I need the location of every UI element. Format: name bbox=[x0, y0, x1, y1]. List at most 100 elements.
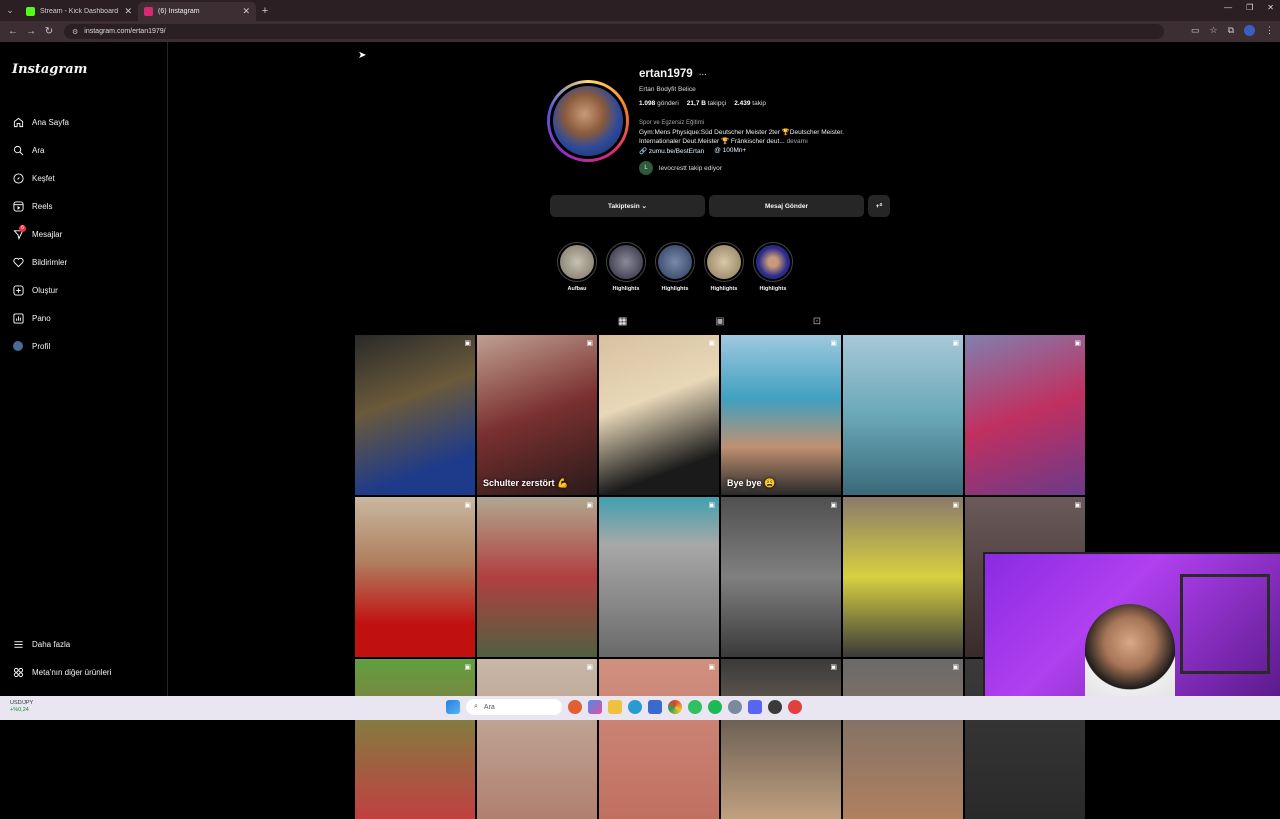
widgets-icon[interactable] bbox=[568, 700, 582, 714]
following-button[interactable]: Takiptesin ⌄ bbox=[550, 195, 705, 217]
followed-by-text: levocrestt takip ediyor bbox=[659, 164, 722, 172]
site-info-icon[interactable]: ⚙ bbox=[72, 28, 78, 36]
reel-indicator-icon: ▣ bbox=[586, 340, 593, 347]
discord-icon[interactable] bbox=[748, 700, 762, 714]
restore-icon[interactable]: ❐ bbox=[1246, 3, 1253, 12]
profile-username-row: ertan1979 ⋯ bbox=[639, 68, 939, 80]
sidebar-item-messages[interactable]: 6 Mesajlar bbox=[12, 220, 167, 248]
sidebar-item-dashboard[interactable]: Pano bbox=[12, 304, 167, 332]
post-thumbnail[interactable]: ▣ bbox=[599, 335, 719, 495]
close-tab-icon[interactable]: ✕ bbox=[124, 6, 132, 17]
post-thumbnail[interactable]: ▣ bbox=[599, 497, 719, 657]
tab-search-icon[interactable]: ⌄ bbox=[0, 0, 20, 21]
file-explorer-icon[interactable] bbox=[608, 700, 622, 714]
tab-instagram[interactable]: (6) Instagram ✕ bbox=[138, 2, 256, 21]
posts-grid-tab-icon[interactable]: ▦ bbox=[618, 316, 627, 334]
sidebar-item-reels[interactable]: Reels bbox=[12, 192, 167, 220]
sidebar-item-notifications[interactable]: Bildirimler bbox=[12, 248, 167, 276]
extensions-icon[interactable]: ⧉ bbox=[1228, 25, 1234, 36]
spotify-icon[interactable] bbox=[708, 700, 722, 714]
following-count[interactable]: 2.439 takip bbox=[734, 100, 766, 107]
sidebar-item-profile[interactable]: Profil bbox=[12, 332, 167, 360]
post-thumbnail[interactable]: ▣ bbox=[843, 659, 963, 819]
chrome-icon[interactable] bbox=[668, 700, 682, 714]
post-thumbnail[interactable]: ▣ bbox=[355, 497, 475, 657]
post-thumbnail[interactable]: ▣ bbox=[355, 335, 475, 495]
close-window-icon[interactable]: ✕ bbox=[1267, 3, 1274, 12]
sidebar-item-search[interactable]: Ara bbox=[12, 136, 167, 164]
store-icon[interactable] bbox=[648, 700, 662, 714]
post-thumbnail[interactable]: ▣ bbox=[843, 335, 963, 495]
reel-indicator-icon: ▣ bbox=[708, 340, 715, 347]
url-field[interactable]: ⚙ instagram.com/ertan1979/ bbox=[64, 24, 1164, 39]
browser-profile-avatar[interactable] bbox=[1244, 25, 1255, 36]
followed-by[interactable]: L levocrestt takip ediyor bbox=[639, 161, 939, 175]
reel-indicator-icon: ▣ bbox=[830, 340, 837, 347]
obs-icon[interactable] bbox=[768, 700, 782, 714]
profile-link[interactable]: 🔗 zumu.be/BestErtan bbox=[639, 147, 704, 155]
post-thumbnail[interactable]: ▣ bbox=[721, 497, 841, 657]
sidebar-item-label: Profil bbox=[32, 341, 51, 351]
forward-icon[interactable]: → bbox=[22, 26, 40, 37]
tab-kick-dashboard[interactable]: Stream - Kick Dashboard ✕ bbox=[20, 2, 138, 21]
post-thumbnail[interactable]: ▣ bbox=[843, 497, 963, 657]
highlight-item[interactable]: Highlights bbox=[655, 242, 695, 292]
instagram-logo[interactable]: Instagram bbox=[12, 62, 167, 80]
sidebar-item-more[interactable]: Daha fazla bbox=[12, 630, 111, 658]
cast-icon[interactable]: ▭ bbox=[1191, 25, 1200, 36]
highlight-item[interactable]: Highlights bbox=[704, 242, 744, 292]
whatsapp-icon[interactable] bbox=[688, 700, 702, 714]
post-thumbnail[interactable]: ▣ bbox=[355, 659, 475, 819]
reel-indicator-icon: ▣ bbox=[830, 664, 837, 671]
reload-icon[interactable]: ↻ bbox=[40, 26, 58, 37]
sidebar-item-meta[interactable]: Meta'nın diğer ürünleri bbox=[12, 658, 111, 686]
options-icon[interactable]: ⋯ bbox=[699, 70, 707, 79]
copilot-icon[interactable] bbox=[588, 700, 602, 714]
post-thumbnail[interactable]: ▣ bbox=[599, 659, 719, 819]
app-icon[interactable] bbox=[788, 700, 802, 714]
reels-tab-icon[interactable]: ▣ bbox=[715, 316, 724, 334]
minimize-icon[interactable]: — bbox=[1224, 3, 1232, 12]
profile-info: ertan1979 ⋯ Ertan Bodyfit Belice 1.098 g… bbox=[639, 68, 939, 175]
edge-icon[interactable] bbox=[628, 700, 642, 714]
back-icon[interactable]: ← bbox=[4, 26, 22, 37]
post-thumbnail[interactable]: ▣ bbox=[721, 659, 841, 819]
bio-line: Gym:Mens Physique:Süd Deutscher Meister … bbox=[639, 129, 844, 136]
taskbar-search[interactable]: ⌕ Ara bbox=[466, 699, 562, 715]
profile-avatar[interactable] bbox=[547, 80, 629, 162]
tagged-tab-icon[interactable]: ⊡ bbox=[813, 316, 821, 334]
reel-indicator-icon: ▣ bbox=[952, 340, 959, 347]
sidebar-item-create[interactable]: Oluştur bbox=[12, 276, 167, 304]
sidebar-item-home[interactable]: Ana Sayfa bbox=[12, 108, 167, 136]
post-thumbnail[interactable]: ▣ bbox=[477, 659, 597, 819]
dashboard-icon bbox=[12, 312, 24, 324]
post-thumbnail[interactable]: ▣ bbox=[477, 497, 597, 657]
reel-indicator-icon: ▣ bbox=[586, 664, 593, 671]
bookmark-star-icon[interactable]: ☆ bbox=[1209, 25, 1217, 36]
followers-count[interactable]: 21,7 B takipçi bbox=[687, 100, 726, 107]
stock-ticker-widget[interactable]: USD/JPY +%0,24 bbox=[10, 700, 33, 714]
post-thumbnail[interactable]: ▣ bbox=[965, 335, 1085, 495]
browser-menu-icon[interactable]: ⋮ bbox=[1265, 25, 1274, 36]
post-thumbnail[interactable]: ▣ Bye bye 😩 bbox=[721, 335, 841, 495]
highlight-label: Highlights bbox=[759, 286, 787, 292]
posts-count: 1.098 gönderi bbox=[639, 100, 679, 107]
bio-more-link[interactable]: devamı bbox=[787, 138, 808, 145]
close-tab-icon[interactable]: ✕ bbox=[242, 6, 250, 17]
start-windows-icon[interactable] bbox=[446, 700, 460, 714]
sidebar-bottom: Daha fazla Meta'nın diğer ürünleri bbox=[12, 630, 111, 686]
add-user-button[interactable]: +⁰ bbox=[868, 195, 890, 217]
highlight-item[interactable]: Highlights bbox=[606, 242, 646, 292]
new-tab-button[interactable]: + bbox=[256, 5, 274, 17]
sidebar-item-explore[interactable]: Keşfet bbox=[12, 164, 167, 192]
reel-indicator-icon: ▣ bbox=[708, 664, 715, 671]
post-thumbnail[interactable]: ▣ Schulter zerstört 💪 bbox=[477, 335, 597, 495]
message-button[interactable]: Mesaj Gönder bbox=[709, 195, 864, 217]
settings-icon[interactable] bbox=[728, 700, 742, 714]
highlight-item[interactable]: Highlights bbox=[753, 242, 793, 292]
threads-link[interactable]: @ 100Mn+ bbox=[714, 147, 746, 155]
reel-indicator-icon: ▣ bbox=[1074, 502, 1081, 509]
webcam-shelf bbox=[1180, 574, 1270, 674]
highlight-item[interactable]: Aufbau bbox=[557, 242, 597, 292]
post-caption-overlay: Bye bye 😩 bbox=[727, 478, 776, 488]
